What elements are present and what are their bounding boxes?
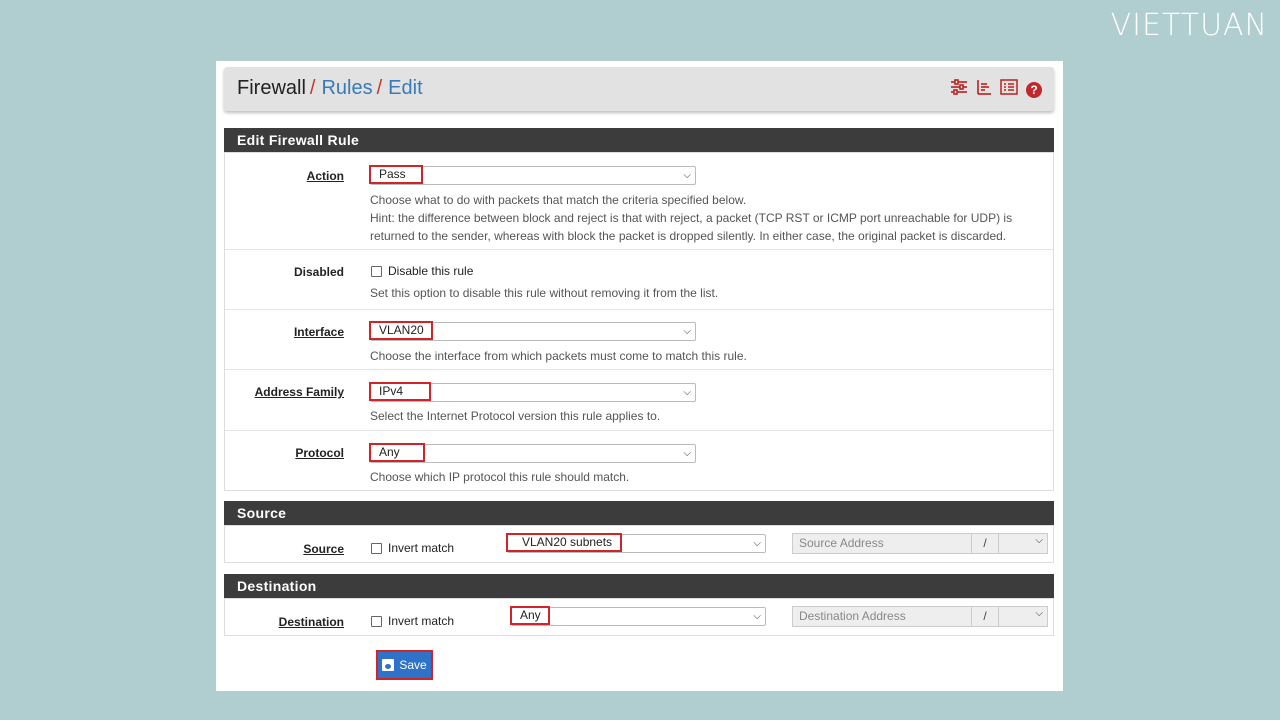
action-label: Action (306, 169, 344, 183)
address-family-select-value: IPv4 (369, 382, 431, 401)
edit-rule-panel: Action Pass ⌵ Choose what to do with pac… (224, 152, 1054, 491)
destination-slash: / (971, 606, 999, 627)
interface-row: Interface VLAN20 ⌵ Choose the interface … (225, 309, 1053, 370)
address-family-help: Select the Internet Protocol version thi… (370, 409, 661, 423)
destination-type-value: Any (510, 606, 550, 625)
interface-label: Interface (293, 325, 344, 339)
destination-type-select[interactable]: Any ⌵ (510, 606, 766, 626)
disable-rule-checkbox[interactable]: Disable this rule (371, 264, 473, 278)
header-icons: ? (950, 79, 1042, 100)
disabled-label: Disabled (293, 265, 344, 279)
address-family-label: Address Family (254, 385, 344, 399)
chevron-down-icon: ⌵ (683, 387, 691, 398)
address-family-select[interactable]: IPv4 ⌵ (369, 382, 696, 402)
destination-address-input[interactable]: Destination Address (792, 606, 972, 627)
destination-invert-checkbox[interactable]: Invert match (371, 614, 454, 628)
chevron-down-icon: ⌵ (753, 611, 761, 622)
floppy-disk-icon (382, 659, 395, 671)
chevron-down-icon: ⌵ (683, 326, 691, 337)
checkbox[interactable] (371, 265, 382, 277)
address-family-row: Address Family IPv4 ⌵ Select the Interne… (225, 369, 1053, 431)
source-slash: / (971, 533, 999, 554)
breadcrumb-separator: / (376, 77, 383, 99)
breadcrumb-bar: Firewall / Rules / Edit ? (224, 67, 1054, 111)
save-button-label: Save (399, 658, 427, 672)
chevron-down-icon: ⌵ (753, 538, 761, 549)
action-hint-text: Hint: the difference between block and r… (370, 211, 1013, 243)
source-label: Source (303, 542, 344, 556)
action-help-text: Choose what to do with packets that matc… (370, 193, 747, 207)
action-select-value: Pass (369, 165, 423, 184)
destination-label: Destination (278, 615, 344, 629)
breadcrumb-separator: / (309, 77, 316, 99)
destination-invert-label: Invert match (388, 614, 455, 628)
interface-help: Choose the interface from which packets … (370, 349, 747, 363)
page-container: Firewall / Rules / Edit ? Edit Firewall Rule… (216, 61, 1063, 691)
disabled-row: Disabled Disable this rule Set this opti… (225, 249, 1053, 310)
chevron-down-icon: ⌵ (1035, 535, 1043, 546)
save-button[interactable]: Save (376, 650, 433, 680)
source-panel-title: Source (224, 501, 1054, 525)
destination-panel: Destination Invert match Any ⌵ Destinati… (224, 598, 1054, 636)
action-row: Action Pass ⌵ Choose what to do with pac… (225, 153, 1053, 250)
source-type-value: VLAN20 subnets (506, 533, 622, 552)
disabled-help: Set this option to disable this rule wit… (370, 286, 719, 300)
breadcrumb-rules-link[interactable]: Rules (321, 77, 372, 99)
chevron-down-icon: ⌵ (1035, 608, 1043, 619)
source-type-select[interactable]: VLAN20 subnets ⌵ (506, 533, 766, 553)
interface-select-value: VLAN20 (369, 321, 433, 340)
source-invert-checkbox[interactable]: Invert match (371, 541, 454, 555)
action-help: Choose what to do with packets that matc… (370, 191, 1040, 245)
source-invert-label: Invert match (388, 541, 455, 555)
breadcrumb-firewall: Firewall (237, 77, 306, 99)
action-select[interactable]: Pass ⌵ (369, 165, 696, 185)
help-icon[interactable]: ? (1026, 81, 1042, 98)
disable-rule-checkbox-label: Disable this rule (388, 264, 474, 278)
chevron-down-icon: ⌵ (683, 448, 691, 459)
list-icon[interactable] (1000, 79, 1018, 100)
protocol-select[interactable]: Any ⌵ (369, 443, 696, 463)
source-panel: Source Invert match VLAN20 subnets ⌵ Sou… (224, 525, 1054, 563)
chart-icon[interactable] (976, 79, 992, 100)
edit-rule-panel-title: Edit Firewall Rule (224, 128, 1054, 152)
interface-select[interactable]: VLAN20 ⌵ (369, 321, 696, 341)
sliders-icon[interactable] (950, 79, 968, 100)
protocol-help: Choose which IP protocol this rule shoul… (370, 470, 630, 484)
breadcrumb: Firewall / Rules / Edit (237, 77, 423, 100)
checkbox[interactable] (371, 542, 382, 554)
source-address-input[interactable]: Source Address (792, 533, 972, 554)
destination-panel-title: Destination (224, 574, 1054, 598)
breadcrumb-edit-link[interactable]: Edit (388, 77, 422, 99)
brand-logo: VIETTUAN (1110, 8, 1268, 43)
checkbox[interactable] (371, 615, 382, 627)
protocol-label: Protocol (295, 446, 344, 460)
protocol-select-value: Any (369, 443, 425, 462)
source-mask-select[interactable]: ⌵ (998, 533, 1048, 554)
protocol-row: Protocol Any ⌵ Choose which IP protocol … (225, 430, 1053, 490)
destination-mask-select[interactable]: ⌵ (998, 606, 1048, 627)
chevron-down-icon: ⌵ (683, 170, 691, 181)
